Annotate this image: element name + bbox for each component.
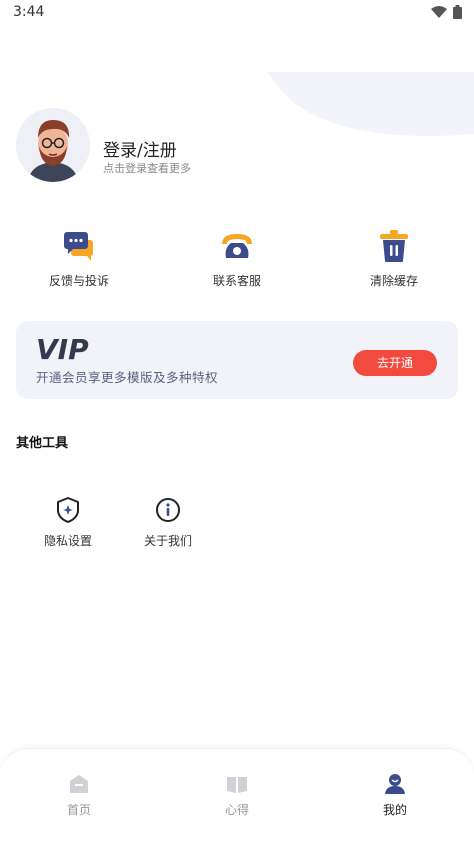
other-tools-title: 其他工具 <box>16 436 69 451</box>
user-icon <box>385 774 405 794</box>
feedback-complaint-button[interactable]: 反馈与投诉 <box>19 228 139 298</box>
vip-description: 开通会员享更多模版及多种特权 <box>36 370 219 385</box>
tab-mine[interactable]: 我的 <box>345 773 445 823</box>
status-time: 3:44 <box>13 4 45 20</box>
telephone-icon <box>222 234 252 258</box>
profile-header[interactable]: 登录/注册 点击登录查看更多 <box>16 108 436 184</box>
vip-logo: VIP <box>36 335 89 361</box>
bottom-tab-bar: 首页 心得 我的 <box>0 748 474 845</box>
book-icon <box>227 777 247 793</box>
status-icons <box>431 5 462 19</box>
vip-activate-button[interactable]: 去开通 <box>353 350 437 376</box>
about-us-label: 关于我们 <box>143 534 192 548</box>
vip-banner[interactable]: VIP 开通会员享更多模版及多种特权 去开通 <box>16 321 458 399</box>
battery-icon <box>453 5 462 19</box>
clear-cache-label: 清除缓存 <box>369 274 418 288</box>
tab-home[interactable]: 首页 <box>29 773 129 823</box>
home-icon <box>70 775 88 793</box>
tab-mine-label: 我的 <box>382 803 407 817</box>
contact-service-button[interactable]: 联系客服 <box>177 228 297 298</box>
contact-service-label: 联系客服 <box>212 274 261 288</box>
feedback-label: 反馈与投诉 <box>48 274 109 288</box>
chat-bubble-icon <box>64 232 93 261</box>
about-us-button[interactable]: 关于我们 <box>128 496 208 556</box>
privacy-settings-button[interactable]: 隐私设置 <box>28 496 108 556</box>
tab-home-label: 首页 <box>66 803 91 817</box>
tab-insights-label: 心得 <box>224 803 249 817</box>
privacy-settings-label: 隐私设置 <box>43 534 92 548</box>
wifi-icon <box>431 6 447 18</box>
avatar[interactable] <box>16 108 90 182</box>
clear-cache-button[interactable]: 清除缓存 <box>334 228 454 298</box>
login-register-title[interactable]: 登录/注册 <box>103 136 177 161</box>
vip-logo-text: VIP <box>36 335 89 361</box>
status-bar: 3:44 <box>0 0 474 24</box>
tab-insights[interactable]: 心得 <box>187 773 287 823</box>
trash-icon <box>380 230 408 262</box>
login-hint-text: 点击登录查看更多 <box>103 162 191 175</box>
shield-icon <box>57 497 79 523</box>
avatar-illustration <box>16 108 90 182</box>
info-icon <box>156 498 180 522</box>
